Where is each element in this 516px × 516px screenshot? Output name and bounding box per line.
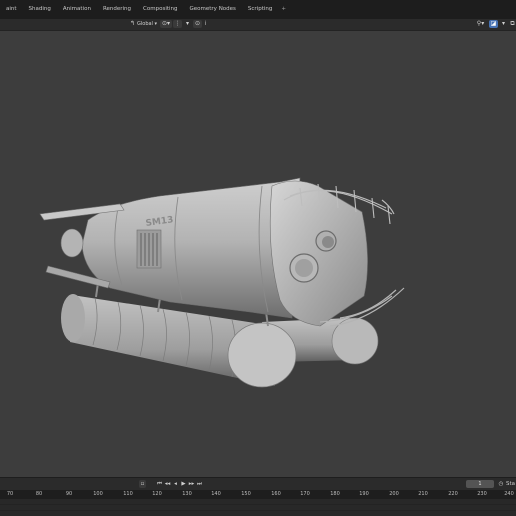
frame-tick: 160 xyxy=(271,491,281,497)
current-frame-field[interactable]: 1 xyxy=(466,480,494,488)
frame-tick: 110 xyxy=(123,491,133,497)
falloff-icon[interactable]: ⁞ xyxy=(201,20,210,28)
frame-tick: 120 xyxy=(152,491,162,497)
frame-tick: 100 xyxy=(93,491,103,497)
track-divider xyxy=(0,504,516,505)
timeline-controls: ▫ ⏮ ◂◂ ◂ ▶ ▸▸ ⏭ 1 ◷ Sta xyxy=(0,477,516,491)
pivot-point-icon[interactable]: ⊙▾ xyxy=(160,20,172,28)
tab-shading[interactable]: Shading xyxy=(23,0,57,19)
orientation-dropdown[interactable]: Global ▾ xyxy=(134,20,160,28)
frame-tick: 140 xyxy=(211,491,221,497)
snap-icon[interactable]: ⋮ xyxy=(173,20,182,28)
workspace-tabs-bar: aint Shading Animation Rendering Composi… xyxy=(0,0,516,19)
play-reverse-icon[interactable]: ◂ xyxy=(172,480,179,488)
clock-icon[interactable]: ◷ xyxy=(497,480,505,488)
overlay-icon[interactable]: ◪ xyxy=(489,20,498,28)
tab-compositing[interactable]: Compositing xyxy=(137,0,183,19)
tab-rendering[interactable]: Rendering xyxy=(97,0,137,19)
tab-scripting[interactable]: Scripting xyxy=(242,0,278,19)
keyframe-icon[interactable]: ▫ xyxy=(139,480,146,488)
xray-icon[interactable]: ⧉ xyxy=(508,20,516,28)
model-render: SM13 xyxy=(39,177,405,388)
timeline-track[interactable] xyxy=(0,499,516,516)
overlay-dropdown-icon[interactable]: ▾ xyxy=(499,20,508,28)
frame-tick: 70 xyxy=(6,491,14,497)
orientation-label: Global xyxy=(137,21,153,27)
tab-paint[interactable]: aint xyxy=(0,0,23,19)
frame-tick: 150 xyxy=(241,491,251,497)
gizmo-icon[interactable]: ⚲▾ xyxy=(476,20,485,28)
frame-tick: 200 xyxy=(389,491,399,497)
frame-tick: 170 xyxy=(300,491,310,497)
frame-tick: 90 xyxy=(65,491,73,497)
play-icon[interactable]: ▶ xyxy=(180,480,187,488)
track-divider xyxy=(0,510,516,511)
jump-start-icon[interactable]: ⏮ xyxy=(156,480,163,488)
add-workspace-icon[interactable]: + xyxy=(278,0,289,19)
frame-ruler[interactable]: 70 80 90 100 110 120 130 140 150 160 170… xyxy=(0,490,516,499)
3d-viewport[interactable]: SM13 xyxy=(0,31,516,477)
frame-tick: 230 xyxy=(477,491,487,497)
prev-keyframe-icon[interactable]: ◂◂ xyxy=(164,480,171,488)
frame-tick: 180 xyxy=(330,491,340,497)
frame-tick: 210 xyxy=(418,491,428,497)
next-keyframe-icon[interactable]: ▸▸ xyxy=(188,480,195,488)
frame-tick: 190 xyxy=(359,491,369,497)
frame-tick: 240 xyxy=(504,491,514,497)
start-frame-label[interactable]: Sta xyxy=(506,480,516,488)
tab-animation[interactable]: Animation xyxy=(57,0,97,19)
jump-end-icon[interactable]: ⏭ xyxy=(196,480,203,488)
frame-tick: 220 xyxy=(448,491,458,497)
frame-tick: 80 xyxy=(35,491,43,497)
tab-geometry-nodes[interactable]: Geometry Nodes xyxy=(184,0,242,19)
frame-tick: 130 xyxy=(182,491,192,497)
snap-dropdown-icon[interactable]: ▾ xyxy=(183,20,192,28)
viewport-header: ↰ Global ▾ ⊙▾ ⋮ ▾ ⊙ ⁞ ⚲▾ ◪ ▾ ⧉ xyxy=(0,19,516,31)
